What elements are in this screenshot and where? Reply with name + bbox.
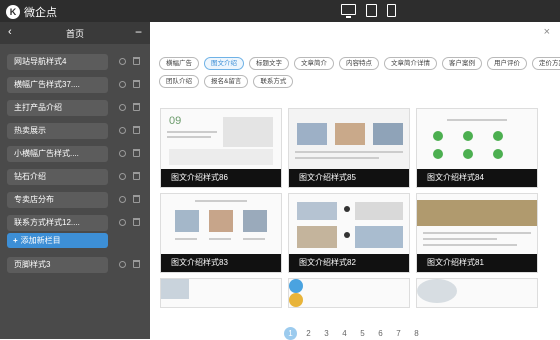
copy-icon[interactable]: [118, 218, 126, 227]
logo-icon: K: [6, 5, 20, 19]
category-tag[interactable]: 定价方案: [532, 57, 560, 70]
copy-icon[interactable]: [118, 126, 126, 135]
add-section-label: 添加新栏目: [20, 236, 61, 245]
template-card[interactable]: [288, 278, 410, 308]
template-caption: 图文介绍样式82: [289, 254, 409, 272]
section-label[interactable]: 专卖店分布: [7, 192, 108, 208]
section-item[interactable]: 横幅广告样式37....: [0, 75, 150, 98]
section-item[interactable]: 主打产品介绍: [0, 98, 150, 121]
page-number[interactable]: 8: [410, 327, 423, 340]
section-label[interactable]: 小横幅广告样式....: [7, 146, 108, 162]
template-card[interactable]: [416, 278, 538, 308]
delete-icon[interactable]: [132, 195, 140, 204]
copy-icon[interactable]: [118, 57, 126, 66]
pagination: 12345678: [284, 327, 423, 340]
template-thumbnail: [417, 109, 537, 169]
category-tag[interactable]: 文章简介详情: [384, 57, 437, 70]
page-number[interactable]: 1: [284, 327, 297, 340]
section-item[interactable]: 小横幅广告样式....: [0, 144, 150, 167]
plus-icon: +: [13, 236, 18, 245]
category-tag[interactable]: 文章简介: [294, 57, 334, 70]
copy-icon[interactable]: [118, 80, 126, 89]
copy-icon[interactable]: [118, 103, 126, 112]
template-picker-panel: × 横幅广告图文介绍标题文字文章简介内容特点文章简介详情客户案例用户评价定价方案…: [150, 22, 560, 340]
page-number[interactable]: 2: [302, 327, 315, 340]
template-card[interactable]: 图文介绍样式83: [160, 193, 282, 273]
template-caption: 图文介绍样式83: [161, 254, 281, 272]
page-number[interactable]: 3: [320, 327, 333, 340]
template-thumbnail: [417, 194, 537, 254]
device-switcher: [341, 4, 396, 18]
page-number[interactable]: 7: [392, 327, 405, 340]
section-label[interactable]: 热卖展示: [7, 123, 108, 139]
template-thumbnail: [161, 194, 281, 254]
copy-icon[interactable]: [118, 195, 126, 204]
section-label[interactable]: 联系方式样式12....: [7, 215, 108, 231]
app-logo: K 微企点: [6, 4, 57, 20]
category-row: 团队介绍 报名&留言 联系方式: [159, 75, 555, 88]
copy-icon[interactable]: [118, 149, 126, 158]
template-thumbnail: 09: [161, 109, 281, 169]
section-sidebar: ‹ 首页 − 网站导航样式4 横幅广告样式37.... 主打产品介绍 热卖展示 …: [0, 22, 150, 339]
template-card[interactable]: 图文介绍样式85: [288, 108, 410, 188]
template-thumbnail: [289, 194, 409, 254]
tablet-view-icon[interactable]: [366, 4, 377, 17]
section-item[interactable]: 专卖店分布: [0, 190, 150, 213]
category-tag[interactable]: 横幅广告: [159, 57, 199, 70]
category-tag[interactable]: 客户案例: [442, 57, 482, 70]
template-card[interactable]: 图文介绍样式81: [416, 193, 538, 273]
category-tag[interactable]: 团队介绍: [159, 75, 199, 88]
app-name: 微企点: [24, 7, 57, 19]
add-section-button[interactable]: + 添加新栏目: [7, 233, 108, 248]
page-title: 首页: [65, 29, 84, 39]
page-number[interactable]: 5: [356, 327, 369, 340]
template-card[interactable]: 图文介绍样式82: [288, 193, 410, 273]
delete-icon[interactable]: [132, 126, 140, 135]
close-icon[interactable]: ×: [544, 26, 550, 38]
section-item[interactable]: 钻石介绍: [0, 167, 150, 190]
desktop-view-icon[interactable]: [341, 4, 356, 18]
category-tag[interactable]: 图文介绍: [204, 57, 244, 70]
delete-icon[interactable]: [132, 172, 140, 181]
section-label[interactable]: 横幅广告样式37....: [7, 77, 108, 93]
section-label[interactable]: 钻石介绍: [7, 169, 108, 185]
template-caption: 图文介绍样式84: [417, 169, 537, 187]
category-row: 横幅广告图文介绍标题文字文章简介内容特点文章简介详情客户案例用户评价定价方案: [159, 57, 560, 70]
template-caption: 图文介绍样式85: [289, 169, 409, 187]
template-card[interactable]: [160, 278, 282, 308]
category-filter: 横幅广告图文介绍标题文字文章简介内容特点文章简介详情客户案例用户评价定价方案 团…: [159, 57, 560, 93]
page-number[interactable]: 4: [338, 327, 351, 340]
delete-icon[interactable]: [132, 218, 140, 227]
section-label[interactable]: 页脚样式3: [7, 257, 108, 273]
delete-icon[interactable]: [132, 149, 140, 158]
section-label[interactable]: 网站导航样式4: [7, 54, 108, 70]
category-tag[interactable]: 用户评价: [487, 57, 527, 70]
page-number[interactable]: 6: [374, 327, 387, 340]
section-item[interactable]: 网站导航样式4: [0, 52, 150, 75]
section-item[interactable]: 热卖展示: [0, 121, 150, 144]
template-card[interactable]: 图文介绍样式84: [416, 108, 538, 188]
section-label[interactable]: 主打产品介绍: [7, 100, 108, 116]
category-tag[interactable]: 报名&留言: [204, 75, 249, 88]
footer-section-item[interactable]: 页脚样式3: [0, 255, 150, 278]
template-caption: 图文介绍样式86: [161, 169, 281, 187]
category-tag[interactable]: 标题文字: [249, 57, 289, 70]
category-tag[interactable]: 联系方式: [253, 75, 294, 88]
copy-icon[interactable]: [118, 260, 126, 269]
template-caption: 图文介绍样式81: [417, 254, 537, 272]
category-tag[interactable]: 内容特点: [339, 57, 379, 70]
mobile-view-icon[interactable]: [387, 4, 396, 17]
copy-icon[interactable]: [118, 172, 126, 181]
minimize-icon[interactable]: −: [135, 25, 142, 39]
delete-icon[interactable]: [132, 103, 140, 112]
template-card[interactable]: 09 图文介绍样式86: [160, 108, 282, 188]
template-thumbnail: [289, 109, 409, 169]
delete-icon[interactable]: [132, 57, 140, 66]
delete-icon[interactable]: [132, 260, 140, 269]
top-bar: K 微企点: [0, 0, 560, 22]
section-list: 网站导航样式4 横幅广告样式37.... 主打产品介绍 热卖展示 小横幅广告样式…: [0, 44, 150, 236]
sidebar-header: ‹ 首页 −: [0, 22, 150, 44]
delete-icon[interactable]: [132, 80, 140, 89]
